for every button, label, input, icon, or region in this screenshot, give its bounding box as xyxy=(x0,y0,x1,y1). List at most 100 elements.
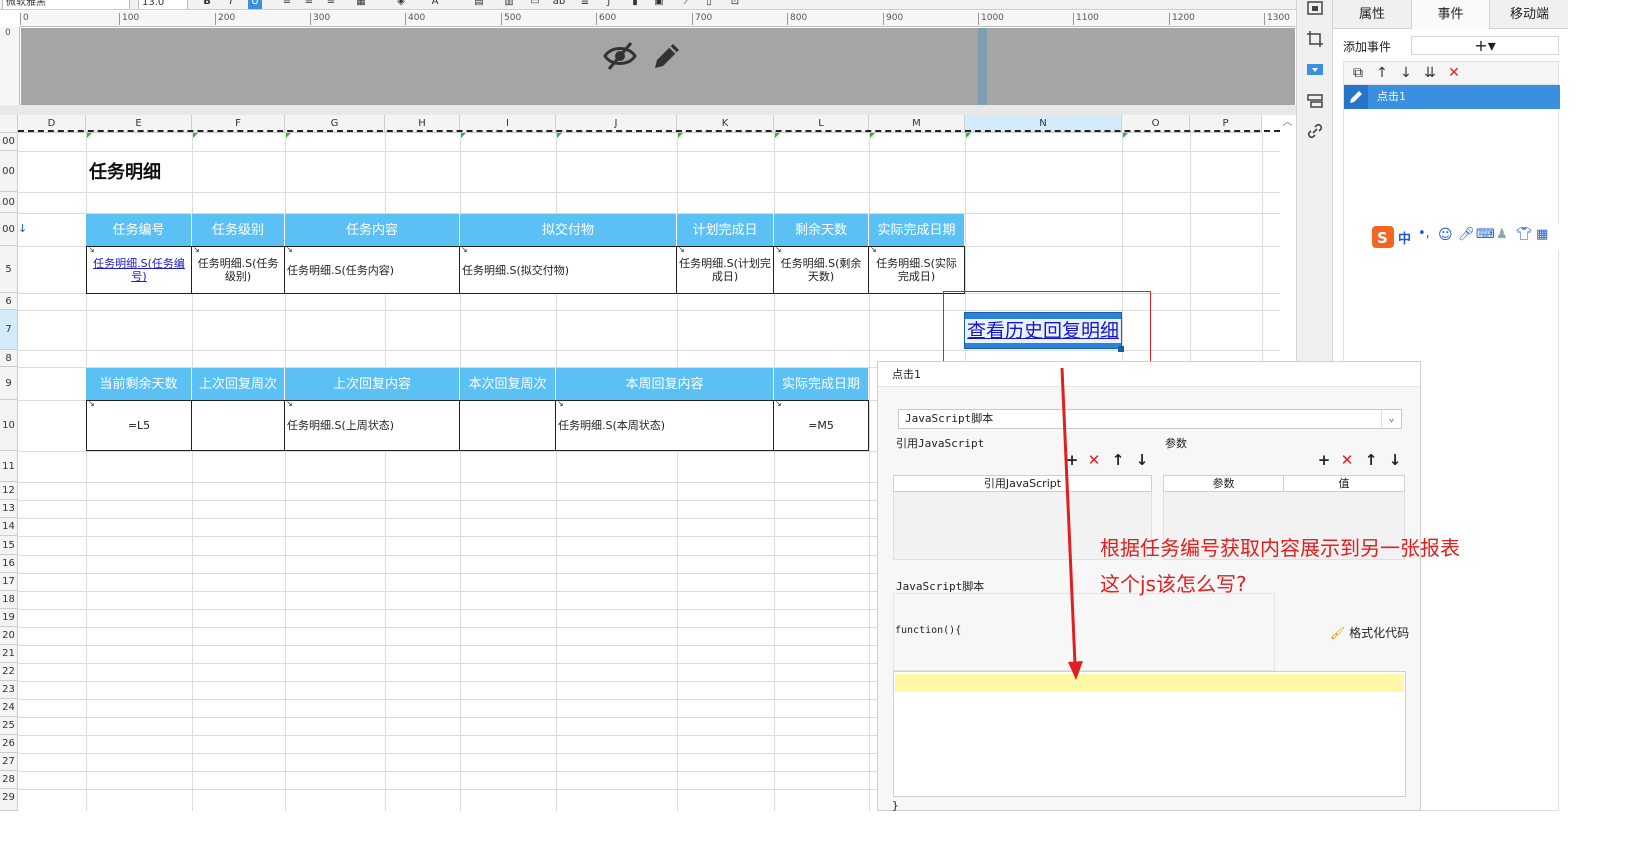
row-header[interactable]: 13 xyxy=(0,500,18,518)
add-ref-js-icon[interactable]: + xyxy=(1064,452,1080,468)
tab-events[interactable]: 事件 xyxy=(1411,0,1490,29)
unmerge-icon[interactable]: ▥ xyxy=(502,0,516,9)
row-header[interactable]: 00 xyxy=(0,192,18,213)
row-header[interactable]: 23 xyxy=(0,681,18,699)
delete-param-icon[interactable]: ✕ xyxy=(1339,452,1355,468)
header-cell[interactable]: 上次回复周次 xyxy=(192,368,285,400)
move-bottom-icon[interactable]: ⇊ xyxy=(1422,65,1438,81)
header-cell[interactable]: 当前剩余天数 xyxy=(86,368,192,400)
font-family-select[interactable]: 微软雅黑 xyxy=(2,0,130,9)
align-center-icon[interactable]: ≡ xyxy=(302,0,316,9)
row-header[interactable]: 10 xyxy=(0,400,18,451)
keyboard-icon[interactable]: ⌨ xyxy=(1476,227,1495,242)
bold-icon[interactable]: B xyxy=(200,0,214,9)
data-cell[interactable]: ↘ =M5 xyxy=(774,401,869,451)
emoji-icon[interactable]: ☺ xyxy=(1438,227,1453,243)
format-code-button[interactable]: 🖌︎ 格式化代码 xyxy=(1330,624,1409,641)
widget-dropdown-icon[interactable] xyxy=(1306,61,1324,79)
row-header[interactable]: 15 xyxy=(0,536,18,555)
data-cell[interactable]: ↘ 任务明细.S(本周状态) xyxy=(556,401,774,451)
italic-icon[interactable]: I xyxy=(224,0,238,9)
row-header[interactable]: 17 xyxy=(0,573,18,591)
row-header[interactable]: 5 xyxy=(0,246,18,293)
select-all-corner[interactable] xyxy=(0,115,18,133)
row-header[interactable]: 25 xyxy=(0,717,18,735)
row-header[interactable]: 19 xyxy=(0,609,18,627)
delete-ref-js-icon[interactable]: ✕ xyxy=(1086,452,1102,468)
hyperlink-icon[interactable] xyxy=(1306,122,1324,140)
header-cell[interactable]: 拟交付物 xyxy=(460,214,677,246)
align-left-icon[interactable]: ≡ xyxy=(280,0,294,9)
event-item[interactable]: 点击1 xyxy=(1344,85,1560,109)
attach-icon[interactable]: ▯ xyxy=(702,0,716,9)
tab-mobile[interactable]: 移动端 xyxy=(1490,0,1568,29)
header-cell[interactable]: 计划完成日 xyxy=(677,214,774,246)
view-history-button-cell[interactable]: 查看历史回复明细 xyxy=(964,312,1122,349)
skin-icon[interactable]: 👕︎ xyxy=(1516,227,1533,242)
text-icon[interactable]: ab xyxy=(552,0,566,9)
copy-icon[interactable]: ⧉ xyxy=(1350,65,1366,81)
javascript-editor[interactable] xyxy=(893,671,1406,797)
row-header[interactable]: 26 xyxy=(0,735,18,753)
widget-icon[interactable]: ⊡ xyxy=(728,0,742,9)
data-cell-task-id[interactable]: ↘ 任务明细.S(任务编号) xyxy=(87,247,192,294)
data-cell[interactable]: ↘ 任务明细.S(实际完成日) xyxy=(869,247,965,294)
image-icon[interactable]: ▣ xyxy=(652,0,666,9)
data-cell[interactable]: ↘ 任务明细.S(计划完成日) xyxy=(677,247,774,294)
data-cell[interactable]: ↘ 任务明细.S(剩余天数) xyxy=(774,247,869,294)
user-icon[interactable]: ♟ xyxy=(1496,227,1508,242)
script-type-select[interactable]: JavaScript脚本 ⌄ xyxy=(898,409,1402,429)
delete-icon[interactable]: ✕ xyxy=(1446,65,1462,81)
page-header-area[interactable] xyxy=(21,28,1295,105)
move-down-icon[interactable]: ↓ xyxy=(1134,452,1150,468)
chevron-down-icon[interactable]: ⌄ xyxy=(1381,410,1401,428)
voice-icon[interactable]: 🎤︎ xyxy=(1458,227,1475,242)
row-header[interactable]: 11 xyxy=(0,451,18,482)
data-cell[interactable]: ↘ 任务明细.S(任务级别) xyxy=(192,247,285,294)
font-color-icon[interactable]: A xyxy=(428,0,442,9)
add-event-button[interactable]: +▾ xyxy=(1411,36,1559,55)
border-icon[interactable]: ▦ xyxy=(354,0,368,9)
data-cell[interactable]: ↘ =L5 xyxy=(87,401,192,451)
chinese-mode-icon[interactable]: 中 xyxy=(1398,228,1411,247)
row-header[interactable]: 18 xyxy=(0,591,18,609)
punctuation-icon[interactable]: •, xyxy=(1418,226,1430,241)
wrap-icon[interactable]: ≣ xyxy=(578,0,592,9)
row-header[interactable]: 6 xyxy=(0,293,18,310)
row-header[interactable]: 27 xyxy=(0,753,18,771)
row-header[interactable]: 14 xyxy=(0,518,18,536)
data-cell[interactable] xyxy=(460,401,556,451)
row-header[interactable]: 7 xyxy=(0,310,18,350)
header-cell[interactable]: 实际完成日期 xyxy=(869,214,965,246)
row-header[interactable]: 00 xyxy=(0,151,18,192)
move-up-icon[interactable]: ↑ xyxy=(1363,452,1379,468)
header-cell[interactable]: 剩余天数 xyxy=(774,214,869,246)
chart-icon[interactable]: ▮ xyxy=(628,0,642,9)
merge-icon[interactable]: ▤ xyxy=(472,0,486,9)
align-right-icon[interactable]: ≡ xyxy=(324,0,338,9)
data-cell[interactable]: ↘ 任务明细.S(拟交付物) xyxy=(460,247,677,294)
data-cell[interactable]: ↘ 任务明细.S(上周状态) xyxy=(285,401,460,451)
toolbox-icon[interactable]: ▦ xyxy=(1536,227,1548,242)
layer-icon[interactable] xyxy=(1306,92,1324,110)
insert-row-icon[interactable]: ▭ xyxy=(528,0,542,9)
move-up-icon[interactable]: ↑ xyxy=(1374,65,1390,81)
row-header[interactable]: 20 xyxy=(0,627,18,645)
cell-property-icon[interactable] xyxy=(1306,0,1324,18)
row-header[interactable]: 21 xyxy=(0,645,18,663)
header-cell[interactable]: 本次回复周次 xyxy=(460,368,556,400)
tab-properties[interactable]: 属性 xyxy=(1333,0,1411,29)
header-cell[interactable]: 任务编号 xyxy=(86,214,192,246)
row-header[interactable]: 22 xyxy=(0,663,18,681)
row-header[interactable]: 24 xyxy=(0,699,18,717)
slash-icon[interactable]: ⟋ xyxy=(680,0,694,9)
underline-icon[interactable]: U xyxy=(248,0,262,9)
row-header[interactable]: 12 xyxy=(0,482,18,500)
header-cell[interactable]: 上次回复内容 xyxy=(285,368,460,400)
row-header[interactable]: 8 xyxy=(0,350,18,367)
header-cell[interactable]: 任务内容 xyxy=(285,214,460,246)
header-cell[interactable]: 实际完成日期 xyxy=(774,368,869,400)
fill-color-icon[interactable]: ◈ xyxy=(394,0,408,9)
sogou-logo-icon[interactable]: S xyxy=(1372,226,1394,248)
report-title[interactable]: 任务明细 xyxy=(89,158,161,184)
